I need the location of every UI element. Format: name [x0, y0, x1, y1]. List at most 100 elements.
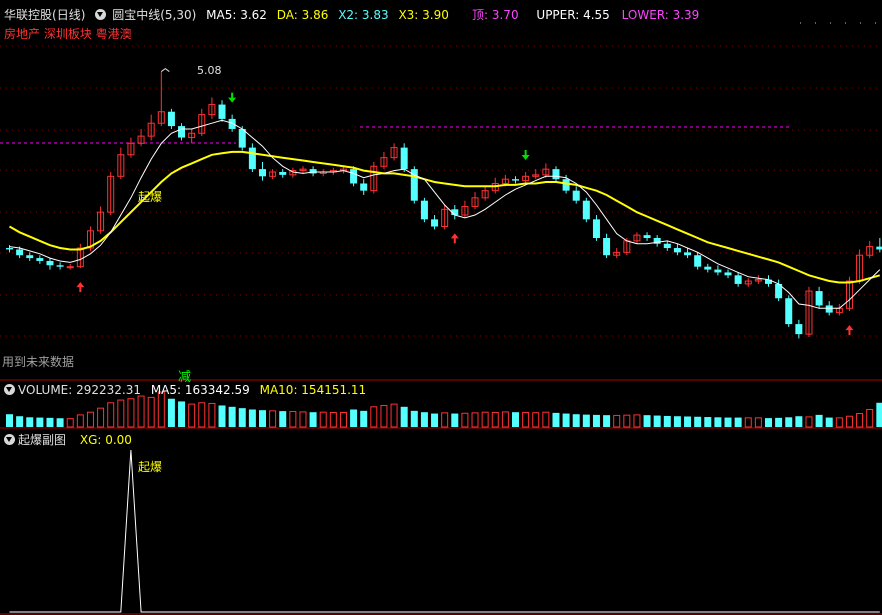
candle-body [815, 291, 823, 306]
candle-body [694, 255, 702, 267]
candle-body [279, 172, 287, 175]
volume-bar [856, 413, 864, 428]
lower-value: LOWER: 3.39 [621, 8, 700, 22]
volume-bar [228, 406, 236, 427]
volume-bar [76, 414, 84, 428]
volume-bar [582, 414, 590, 427]
candle-body [167, 111, 175, 127]
volume-bar [248, 409, 256, 427]
volume-bar [107, 402, 115, 428]
candle-body [218, 104, 226, 119]
x2-value: X2: 3.83 [338, 8, 389, 22]
volume-bar [815, 414, 823, 427]
volume-bar [319, 411, 327, 428]
candle-body [714, 269, 722, 273]
volume-bar [734, 417, 742, 427]
ma5-value: MA5: 3.62 [206, 8, 267, 22]
candle-body [66, 266, 74, 269]
volume-bar [451, 413, 459, 427]
candle-body [400, 147, 408, 170]
volume-bar [643, 415, 651, 427]
sub-title[interactable]: 起爆副图 [18, 433, 66, 447]
candle-body [56, 265, 64, 267]
volume-bar [238, 408, 246, 427]
buy-arrow-icon [845, 325, 854, 336]
vol-ma10-value: MA10: 154151.11 [259, 383, 367, 397]
volume-bar [167, 398, 175, 427]
candle-body [6, 248, 13, 250]
volume-bar [157, 391, 165, 428]
volume-bar [754, 417, 762, 428]
volume-bar [795, 416, 803, 427]
candle-body [248, 147, 256, 170]
volume-bar [117, 399, 125, 428]
candle-body [46, 260, 54, 266]
volume-bar [704, 417, 712, 427]
volume-bar [309, 412, 317, 427]
volume-bar [339, 411, 347, 428]
qibao-main-label: 起爆 [138, 190, 163, 204]
volume-bar [765, 418, 772, 427]
volume-bar [663, 415, 671, 427]
period-label: (日线) [52, 8, 86, 22]
dropdown-icon[interactable] [4, 434, 15, 445]
volume-bar [6, 414, 13, 427]
candle-body [259, 169, 266, 177]
volume-bar [329, 411, 337, 428]
volume-bar [694, 416, 702, 427]
buy-arrow-icon [76, 282, 85, 293]
candle-body [795, 324, 803, 335]
candle-body [876, 246, 882, 250]
volume-bar [350, 409, 358, 427]
volume-bar [66, 418, 74, 428]
volume-bar [218, 405, 226, 427]
volume-bar [603, 415, 611, 427]
volume-bar [562, 413, 570, 427]
sub-header: 起爆副图 XG: 0.00 [4, 431, 132, 448]
volume-bar [299, 411, 307, 428]
volume-value: VOLUME: 292232.31 [18, 383, 141, 397]
candle-body [684, 252, 692, 256]
volume-bar [714, 417, 722, 427]
volume-bar [400, 406, 408, 427]
volume-bar [137, 395, 145, 428]
volume-bar [491, 411, 499, 428]
volume-bar [775, 417, 783, 427]
volume-bar [684, 416, 692, 427]
high-price-label: 5.08 [197, 64, 222, 77]
candle-body [238, 128, 246, 148]
dropdown-icon[interactable] [4, 384, 15, 395]
candle-body [350, 169, 358, 184]
indicator-name[interactable]: 圆宝中线(5,30) [112, 8, 196, 22]
candle-body [734, 275, 742, 284]
candle-body [512, 179, 519, 181]
candle-body [663, 243, 671, 249]
candle-body [724, 272, 732, 276]
candle-body [572, 190, 580, 201]
sell-arrow-icon [521, 150, 530, 160]
volume-bar [370, 406, 378, 428]
volume-bar [724, 417, 732, 427]
volume-bar [259, 410, 266, 427]
da-value: DA: 3.86 [276, 8, 329, 22]
volume-bar [805, 416, 813, 428]
band-header: 顶: 3.70 UPPER: 4.55 LOWER: 3.39 [472, 6, 699, 23]
dropdown-icon[interactable] [95, 9, 107, 20]
volume-bar [127, 398, 135, 428]
volume-bar [380, 404, 388, 428]
high-marker-icon [161, 67, 170, 72]
volume-bar [198, 402, 206, 428]
volume-bar [208, 402, 216, 428]
volume-bar [431, 413, 439, 427]
main-header: 华联控股(日线) 圆宝中线(5,30) MA5: 3.62 DA: 3.86 X… [4, 6, 455, 23]
sell-arrow-icon [228, 92, 237, 103]
future-data-note: 用到未来数据 [2, 355, 75, 369]
candle-body [825, 305, 833, 313]
volume-bar [592, 414, 600, 427]
volume-bar [56, 418, 64, 427]
xg-value: XG: 0.00 [79, 433, 132, 447]
top-value: 顶: 3.70 [472, 8, 519, 22]
candle-body [16, 249, 24, 256]
candle-body [785, 298, 793, 325]
volume-bar [481, 411, 489, 428]
